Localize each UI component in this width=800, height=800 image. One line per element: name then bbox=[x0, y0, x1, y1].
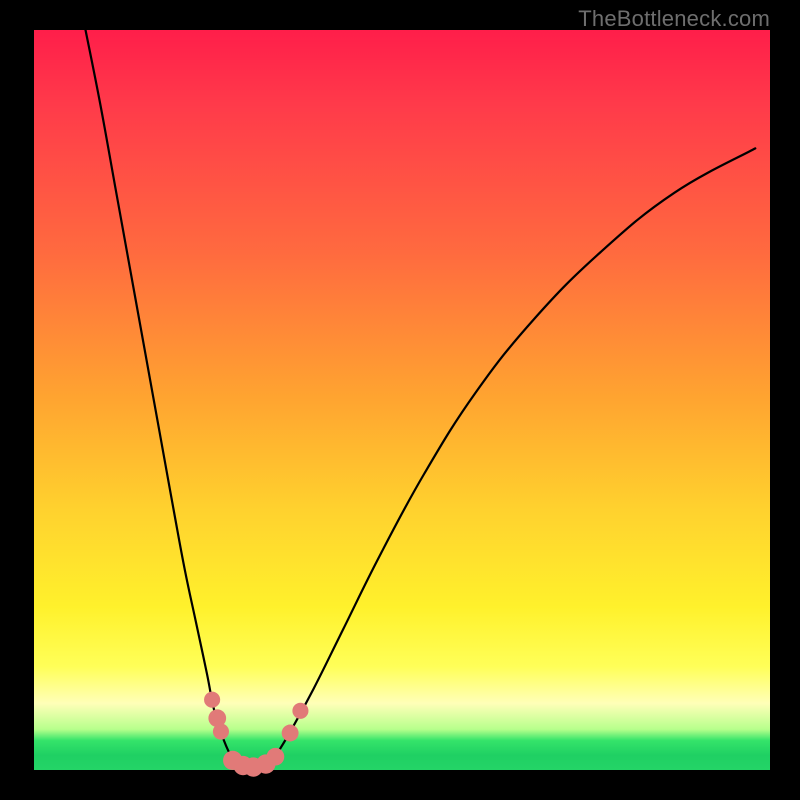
curve-marker bbox=[282, 725, 299, 742]
curve-marker bbox=[267, 748, 285, 766]
watermark-text: TheBottleneck.com bbox=[578, 6, 770, 32]
curve-marker bbox=[204, 692, 220, 708]
curve-markers bbox=[204, 692, 308, 777]
curve-layer bbox=[34, 30, 770, 770]
curve-marker bbox=[292, 703, 308, 719]
curve-marker bbox=[213, 723, 229, 739]
chart-frame: TheBottleneck.com bbox=[0, 0, 800, 800]
plot-area bbox=[34, 30, 770, 770]
bottleneck-curve bbox=[86, 30, 756, 768]
